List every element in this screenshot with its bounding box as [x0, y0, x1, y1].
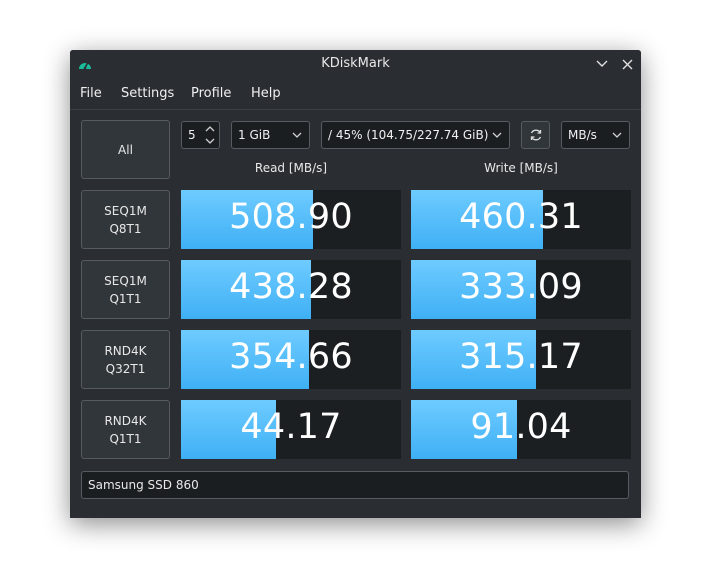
write-result-value: 333.09 [459, 267, 583, 307]
menu-profile[interactable]: Profile [191, 86, 231, 101]
test-label-line2: Q1T1 [109, 291, 142, 306]
device-name: Samsung SSD 860 [88, 478, 199, 492]
write-result-value: 91.04 [470, 407, 572, 447]
units-select[interactable]: MB/s [561, 121, 630, 149]
write-result-value: 315.17 [459, 337, 583, 377]
title-bar[interactable]: KDiskMark [70, 50, 641, 78]
target-value: / 45% (104.75/227.74 GiB) [328, 128, 489, 142]
chevron-down-icon [596, 60, 608, 67]
units-value: MB/s [568, 128, 597, 142]
test-button-seq1m-q1t1[interactable]: SEQ1M Q1T1 [81, 260, 170, 319]
runs-value: 5 [188, 128, 196, 142]
test-label-line1: RND4K [104, 413, 147, 428]
read-result-value: 438.28 [229, 267, 353, 307]
refresh-icon [530, 129, 541, 141]
test-button-rnd4k-q1t1[interactable]: RND4K Q1T1 [81, 400, 170, 459]
menu-settings[interactable]: Settings [121, 86, 174, 101]
test-label-line2: Q8T1 [109, 221, 142, 236]
size-value: 1 GiB [238, 128, 271, 142]
write-result: 315.17 [411, 330, 631, 389]
refresh-button[interactable] [521, 121, 550, 149]
chevron-down-icon [492, 132, 502, 138]
window-title: KDiskMark [321, 56, 390, 71]
write-result: 333.09 [411, 260, 631, 319]
write-column-header: Write [MB/s] [484, 161, 558, 175]
test-button-seq1m-q8t1[interactable]: SEQ1M Q8T1 [81, 190, 170, 249]
read-result: 508.90 [181, 190, 401, 249]
menu-help[interactable]: Help [251, 86, 281, 101]
menu-bar: File Settings Profile Help [70, 78, 641, 110]
test-label-line2: Q32T1 [105, 361, 146, 376]
test-label-line1: RND4K [104, 343, 147, 358]
read-result-value: 44.17 [240, 407, 342, 447]
read-result: 354.66 [181, 330, 401, 389]
read-result: 438.28 [181, 260, 401, 319]
device-name-field[interactable]: Samsung SSD 860 [81, 471, 629, 499]
test-label-line1: SEQ1M [104, 203, 147, 218]
minimize-button[interactable] [594, 56, 610, 72]
close-icon [622, 59, 632, 69]
spin-down-icon[interactable] [205, 137, 215, 145]
write-result: 460.31 [411, 190, 631, 249]
size-select[interactable]: 1 GiB [231, 121, 310, 149]
target-select[interactable]: / 45% (104.75/227.74 GiB) [321, 121, 510, 149]
runs-spinbox[interactable]: 5 [181, 121, 220, 149]
test-label-line2: Q1T1 [109, 431, 142, 446]
test-button-rnd4k-q32t1[interactable]: RND4K Q32T1 [81, 330, 170, 389]
test-label-line1: SEQ1M [104, 273, 147, 288]
write-result-value: 460.31 [459, 197, 583, 237]
read-result: 44.17 [181, 400, 401, 459]
menu-separator [70, 109, 641, 110]
chevron-down-icon [292, 132, 302, 138]
menu-file[interactable]: File [80, 86, 102, 101]
spin-up-icon[interactable] [205, 125, 215, 133]
close-button[interactable] [619, 56, 635, 72]
read-result-value: 354.66 [229, 337, 353, 377]
read-result-value: 508.90 [229, 197, 353, 237]
all-button[interactable]: All [81, 120, 170, 179]
read-column-header: Read [MB/s] [254, 161, 328, 175]
chevron-down-icon [612, 132, 622, 138]
app-window: KDiskMark File Settings Profile Help All… [70, 50, 641, 518]
write-result: 91.04 [411, 400, 631, 459]
